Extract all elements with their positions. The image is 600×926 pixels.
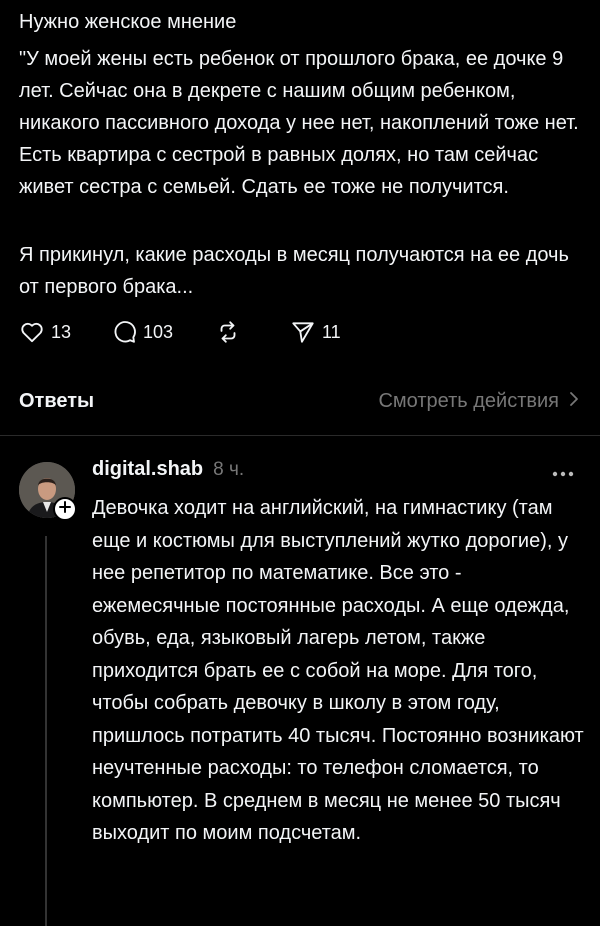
repost-button[interactable] bbox=[215, 316, 241, 348]
post-title: Нужно женское мнение bbox=[19, 11, 237, 33]
like-count: 13 bbox=[51, 321, 72, 342]
comment-count: 103 bbox=[143, 321, 174, 342]
comment-bubble-icon bbox=[111, 319, 137, 345]
chevron-right-icon bbox=[569, 390, 579, 413]
paper-plane-icon bbox=[290, 319, 316, 345]
avatar-container bbox=[19, 462, 77, 521]
replies-header: Ответы Смотреть действия bbox=[19, 388, 579, 418]
plus-icon bbox=[59, 500, 71, 518]
reply-header: digital.shab 8 ч. bbox=[92, 458, 244, 486]
share-button[interactable]: 11 bbox=[290, 316, 341, 348]
username[interactable]: digital.shab bbox=[92, 458, 203, 481]
more-button[interactable] bbox=[552, 464, 574, 482]
view-actions-link[interactable]: Смотреть действия bbox=[378, 390, 579, 413]
more-horizontal-icon bbox=[552, 464, 574, 481]
post-text-paragraph: "У моей жены есть ребенок от прошлого бр… bbox=[19, 48, 579, 198]
thread-line bbox=[45, 536, 47, 926]
post-actions: 13 103 11 bbox=[19, 316, 419, 348]
post-text-paragraph: Я прикинул, какие расходы в месяц получа… bbox=[19, 244, 569, 298]
reply-text: Девочка ходит на английский, на гимнасти… bbox=[92, 497, 584, 844]
timestamp: 8 ч. bbox=[213, 459, 245, 480]
share-count: 11 bbox=[322, 321, 341, 342]
reply-item: digital.shab 8 ч. Девочка ходит на англи… bbox=[0, 436, 600, 926]
repost-icon bbox=[215, 319, 241, 345]
follow-button[interactable] bbox=[53, 497, 77, 521]
view-actions-label: Смотреть действия bbox=[378, 390, 559, 412]
replies-title: Ответы bbox=[19, 390, 95, 412]
comment-button[interactable]: 103 bbox=[111, 316, 173, 348]
like-button[interactable]: 13 bbox=[19, 316, 71, 348]
heart-icon bbox=[19, 319, 45, 345]
